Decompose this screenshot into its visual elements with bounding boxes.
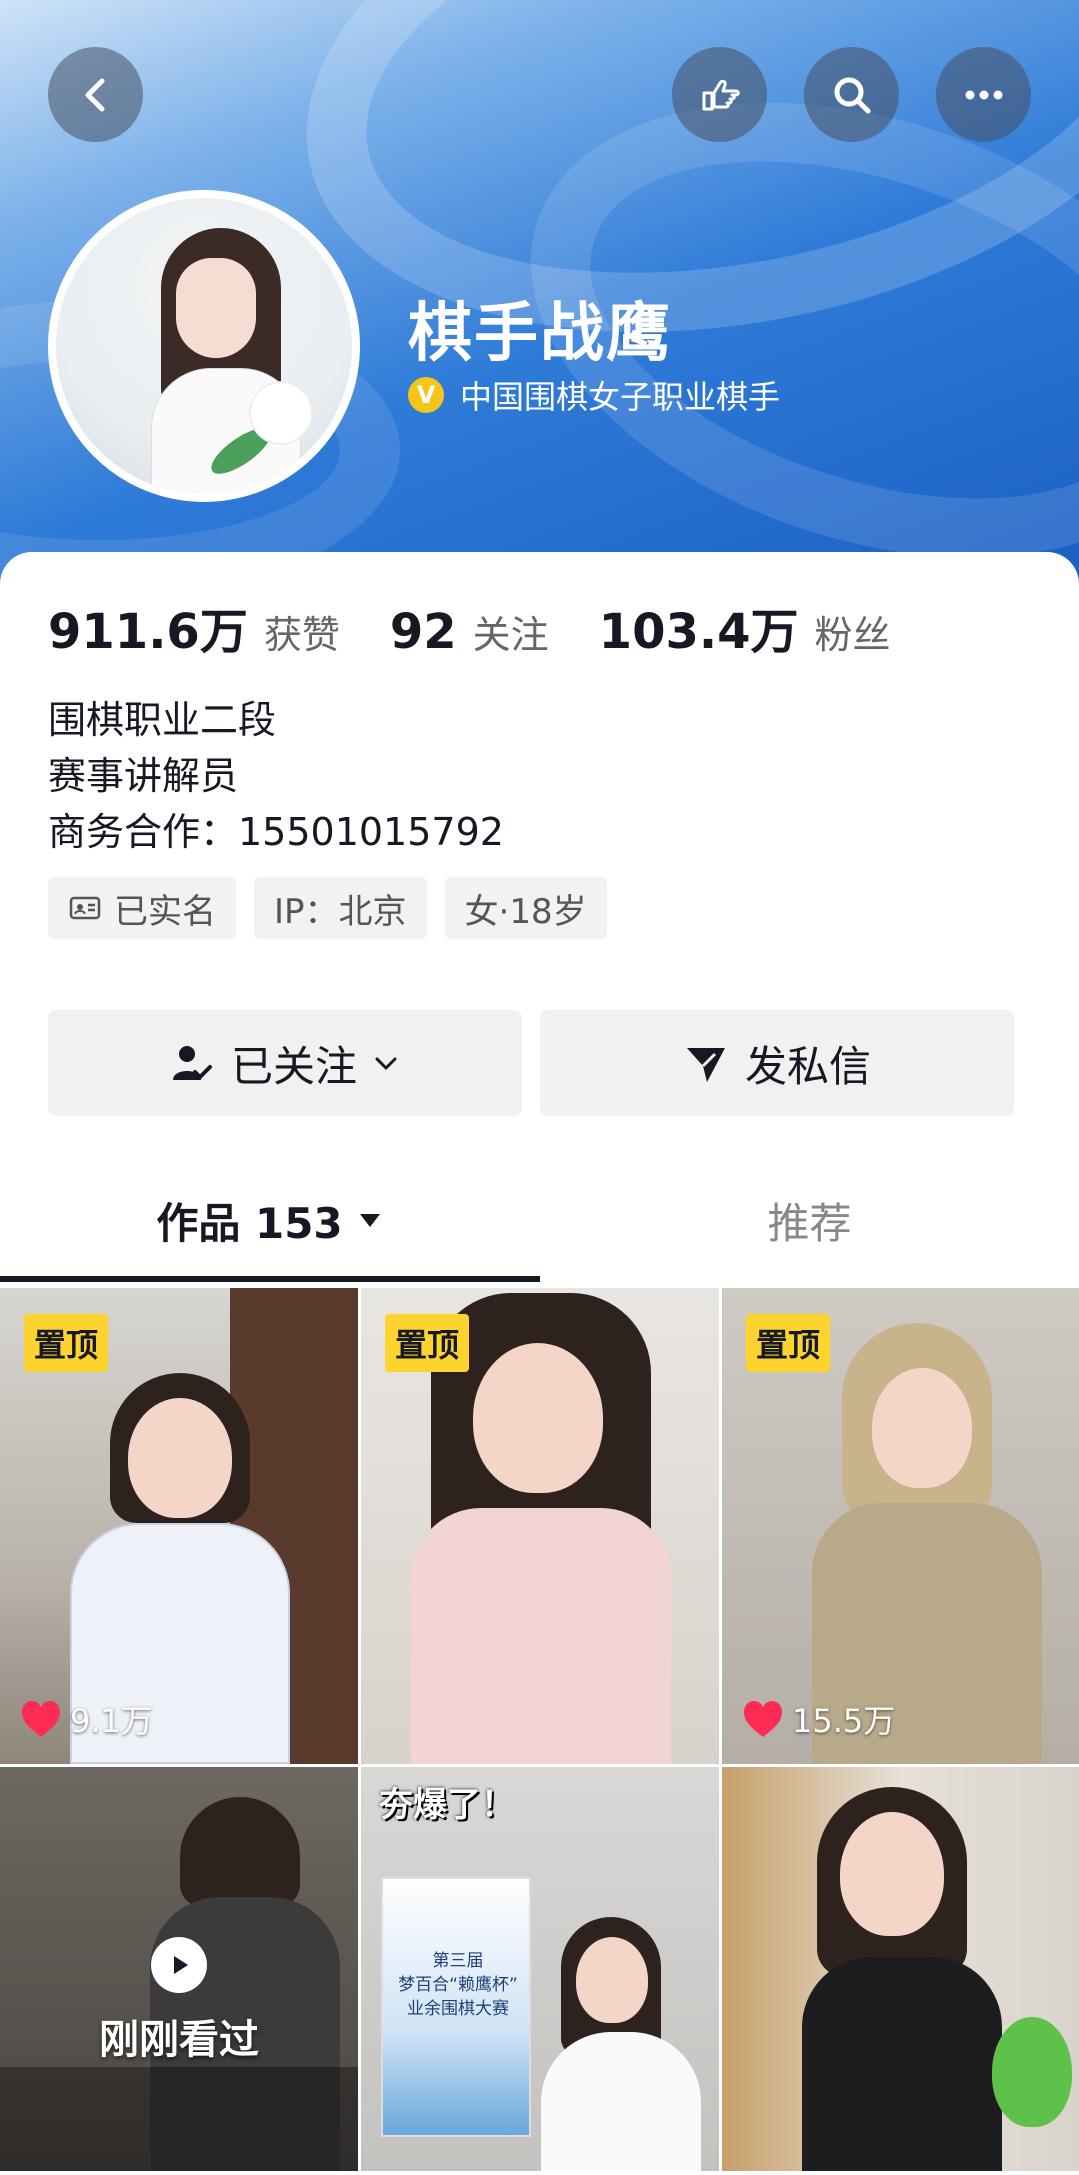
video-thumbnail[interactable]: 置顶 15.5万: [722, 1288, 1079, 1764]
event-poster: 第三届 梦百合“赖鹰杯” 业余围棋大赛: [381, 1877, 531, 2137]
likes-label: 获赞: [263, 613, 340, 657]
chevron-left-icon: [85, 78, 104, 111]
more-dots-icon: [965, 90, 1002, 99]
thumbnail-face: [473, 1343, 603, 1493]
video-thumbnail[interactable]: 置顶 9.1万: [0, 1288, 358, 1764]
tab-works[interactable]: 作品 153: [0, 1160, 539, 1280]
verified-badge-icon: V: [408, 377, 444, 413]
likes-value: 9.1万: [70, 1702, 153, 1740]
stats-row: 911.6万 获赞 92 关注 103.4万 粉丝: [48, 592, 941, 662]
profile-name: 棋手战鹰: [408, 297, 672, 371]
realname-label: 已实名: [114, 891, 216, 932]
following-label: 关注: [472, 613, 549, 657]
ip-label: IP：北京: [274, 891, 407, 932]
thumbnail-toy: [992, 2017, 1072, 2127]
verification: V 中国围棋女子职业棋手: [408, 372, 780, 418]
video-thumbnail[interactable]: [722, 1767, 1079, 2171]
thumbnail-body: [411, 1508, 671, 1764]
play-icon: [174, 1956, 188, 1974]
watched-overlay: 刚刚看过: [0, 1937, 358, 2065]
likes-counter: 9.1万: [20, 1696, 153, 1742]
back-button[interactable]: [48, 47, 143, 142]
realname-tag: 已实名: [48, 877, 236, 939]
watched-label: 刚刚看过: [99, 2017, 259, 2063]
video-grid: 置顶 9.1万 置顶 置顶 15.5万 刚刚看过 第三届 梦百合“赖鹰杯” 业余…: [0, 1288, 1079, 2171]
poster-line: 第三届: [432, 1951, 484, 1971]
bio-line: 围棋职业二段: [48, 698, 277, 742]
thumbnail-hair: [180, 1797, 300, 1907]
pinned-badge: 置顶: [385, 1314, 470, 1372]
pinned-badge: 置顶: [746, 1314, 831, 1372]
avatar[interactable]: [48, 190, 360, 502]
gender-age-label: 女·18岁: [464, 891, 587, 932]
pinned-badge: 置顶: [24, 1314, 109, 1372]
thumbnail-shade: [0, 2067, 358, 2171]
point-hand-button[interactable]: [672, 47, 767, 142]
video-thumbnail[interactable]: 刚刚看过: [0, 1767, 358, 2171]
thumbnail-face: [576, 1937, 648, 2023]
followed-label: 已关注: [230, 1041, 357, 1091]
search-button[interactable]: [804, 47, 899, 142]
play-button[interactable]: [151, 1937, 207, 1993]
gender-age-tag: 女·18岁: [444, 877, 607, 939]
message-label: 发私信: [744, 1041, 871, 1091]
thumbnail-body: [541, 2032, 701, 2171]
user-check-icon: [172, 1046, 212, 1080]
send-icon: [686, 1048, 725, 1082]
action-buttons: 已关注 发私信: [48, 1010, 1032, 1116]
ip-tag: IP：北京: [254, 877, 427, 939]
poster-line: 梦百合“赖鹰杯”: [398, 1975, 518, 1995]
thumbnail-face: [840, 1812, 944, 1936]
followers-count[interactable]: 103.4万: [599, 592, 799, 662]
likes-count[interactable]: 911.6万: [48, 592, 248, 662]
following-count[interactable]: 92: [390, 604, 457, 660]
tab-works-label: 作品 153: [156, 1198, 343, 1248]
pointing-hand-icon: [702, 79, 740, 110]
bio-line: 赛事讲解员: [48, 754, 239, 798]
followed-button[interactable]: 已关注: [48, 1010, 522, 1116]
tab-underline: [0, 1276, 540, 1282]
video-thumbnail[interactable]: 第三届 梦百合“赖鹰杯” 业余围棋大赛 夯爆了！: [361, 1767, 719, 2171]
overlay-caption: 夯爆了！: [379, 1785, 515, 1825]
more-button[interactable]: [936, 47, 1031, 142]
video-thumbnail[interactable]: 置顶: [361, 1288, 719, 1764]
search-icon: [834, 77, 870, 113]
bio-line: 商务合作：15501015792: [48, 810, 504, 854]
heart-icon: [744, 1701, 782, 1737]
caret-down-icon: [359, 1214, 380, 1227]
poster-text: 第三届 梦百合“赖鹰杯” 业余围棋大赛: [389, 1949, 527, 2021]
bio: 围棋职业二段 赛事讲解员 商务合作：15501015792: [48, 692, 504, 860]
likes-counter: 15.5万: [742, 1696, 895, 1742]
tab-recommend-label: 推荐: [767, 1198, 852, 1248]
tab-recommend[interactable]: 推荐: [540, 1160, 1079, 1280]
profile-header: 棋手战鹰 V 中国围棋女子职业棋手: [0, 0, 1079, 600]
message-button[interactable]: 发私信: [540, 1010, 1014, 1116]
verification-text: 中国围棋女子职业棋手: [460, 378, 781, 416]
followers-label: 粉丝: [814, 613, 891, 657]
thumbnail-face: [872, 1368, 972, 1488]
profile-tags: 已实名 IP：北京 女·18岁: [48, 877, 625, 939]
avatar-face: [176, 258, 256, 358]
profile-card: 911.6万 获赞 92 关注 103.4万 粉丝 围棋职业二段 赛事讲解员 商…: [0, 552, 1079, 2175]
poster-line: 业余围棋大赛: [407, 1999, 509, 2019]
likes-value: 15.5万: [792, 1702, 896, 1740]
heart-icon: [22, 1701, 60, 1737]
thumbnail-body: [802, 1957, 1002, 2171]
id-card-icon: [69, 896, 101, 920]
content-tabs: 作品 153 推荐: [0, 1160, 1079, 1288]
chevron-down-icon: [375, 1057, 397, 1070]
avatar-flower: [251, 383, 311, 443]
thumbnail-face: [128, 1398, 232, 1518]
